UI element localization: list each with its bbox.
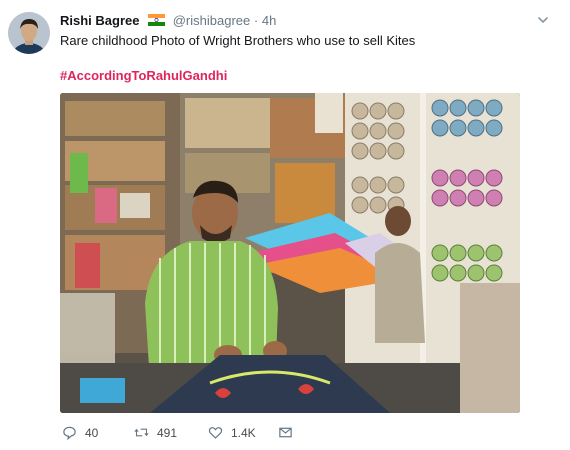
reply-icon: [63, 426, 76, 440]
tweet-photo[interactable]: [60, 93, 520, 413]
hashtag-link[interactable]: #AccordingToRahulGandhi: [60, 68, 227, 83]
tweet-timestamp[interactable]: 4h: [262, 13, 276, 28]
tweet-header: Rishi Bagree @rishibagree · 4h: [60, 13, 550, 33]
separator-dot: ·: [253, 13, 259, 28]
chevron-down-icon[interactable]: [536, 13, 550, 27]
envelope-icon: [279, 427, 292, 438]
reply-button[interactable]: 40: [62, 425, 98, 440]
direct-message-button[interactable]: [278, 425, 301, 440]
avatar[interactable]: [8, 12, 50, 54]
retweet-count: 491: [157, 425, 178, 440]
like-button[interactable]: 1.4K: [208, 425, 256, 440]
heart-icon: [208, 427, 223, 439]
india-flag-icon: [148, 14, 166, 26]
author-name[interactable]: Rishi Bagree: [60, 13, 139, 28]
tweet-card: Rishi Bagree @rishibagree · 4h Rare chil…: [0, 0, 570, 450]
reply-count: 40: [85, 425, 99, 440]
like-count: 1.4K: [231, 425, 256, 440]
avatar-image: [8, 12, 50, 54]
retweet-icon: [134, 428, 149, 437]
retweet-button[interactable]: 491: [134, 425, 177, 440]
kite-shop-photo: [60, 93, 520, 413]
tweet-text: Rare childhood Photo of Wright Brothers …: [60, 33, 416, 48]
author-handle[interactable]: @rishibagree: [173, 13, 251, 28]
